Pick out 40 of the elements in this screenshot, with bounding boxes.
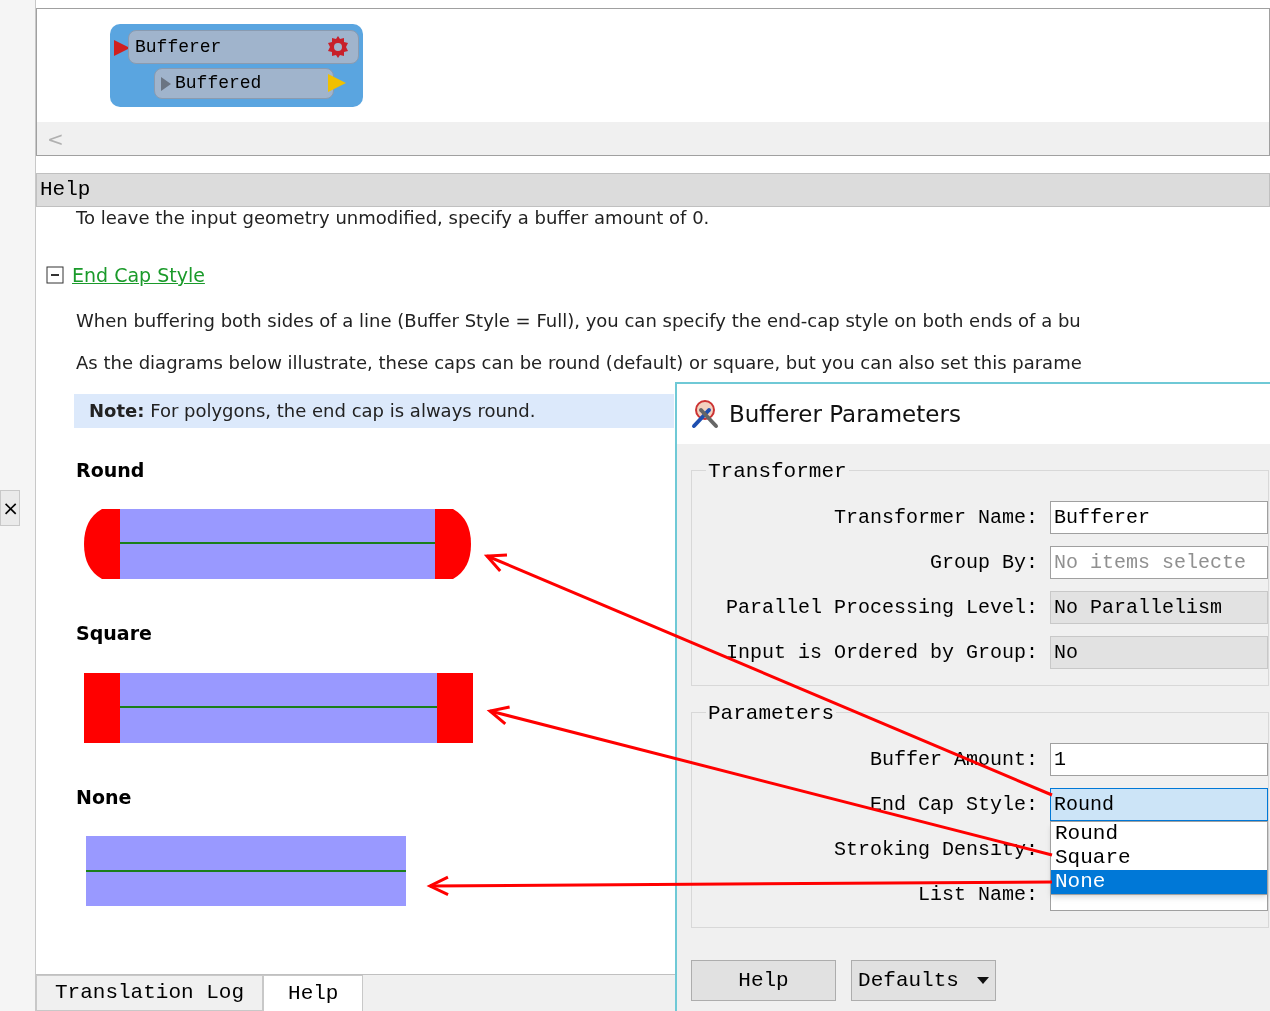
text-field[interactable]: Bufferer [1050,501,1268,534]
dropdown-option[interactable]: Square [1051,846,1267,870]
help-button[interactable]: Help [691,960,836,1001]
port-triangle-icon [161,76,171,91]
field-label: Stroking Density: [832,836,1039,863]
help-header: Help [36,173,1270,207]
help-paragraph: To leave the input geometry unmodified, specify a buffer amount of 0. [76,207,711,229]
example-title: Round [76,457,145,483]
dropdown-field[interactable]: No Parallelism [1050,591,1268,624]
field-label: List Name: [916,881,1039,908]
defaults-button[interactable]: Defaults [851,960,996,1001]
bottom-tab[interactable]: Help [263,975,364,1011]
example-title: None [76,784,132,810]
dropdown-field[interactable]: No [1050,636,1268,669]
text-field[interactable]: No items selecte [1050,546,1268,579]
output-port-icon [328,74,346,92]
node-title: Bufferer [135,35,222,59]
caret-icon [976,977,989,984]
text-field[interactable]: 1 [1050,743,1268,776]
help-paragraph: As the diagrams below illustrate, these caps can be round (default) or square, but you can also set this parame [76,351,1083,374]
input-port-icon [114,40,130,56]
field-label: Input is Ordered by Group: [724,639,1039,666]
field-label: Group By: [928,549,1039,576]
bottom-tab[interactable]: Translation Log [36,975,264,1011]
section-link[interactable]: End Cap Style [72,261,205,290]
field-label: Transformer Name: [832,504,1039,531]
collapse-icon[interactable] [46,266,64,285]
help-paragraph: When buffering both sides of a line (Buffer Style = Full), you can specify the end-cap style on both ends of a bu [76,309,1082,332]
gear-icon [326,35,350,59]
tools-icon [689,398,721,430]
port-label: Buffered [175,72,262,95]
output-port[interactable]: Buffered [154,68,334,99]
dropdown-option[interactable]: Round [1051,822,1267,846]
dropdown-field[interactable]: Round [1050,788,1268,821]
dropdown-option[interactable]: None [1051,870,1267,894]
dialog-title: Bufferer Parameters [729,399,961,429]
note-box: Note: For polygons, the end cap is always round. [74,393,674,428]
field-label: Parallel Processing Level: [724,594,1039,621]
example-title: Square [76,621,152,646]
transformer-node[interactable]: Bufferer Buffered [110,24,363,107]
